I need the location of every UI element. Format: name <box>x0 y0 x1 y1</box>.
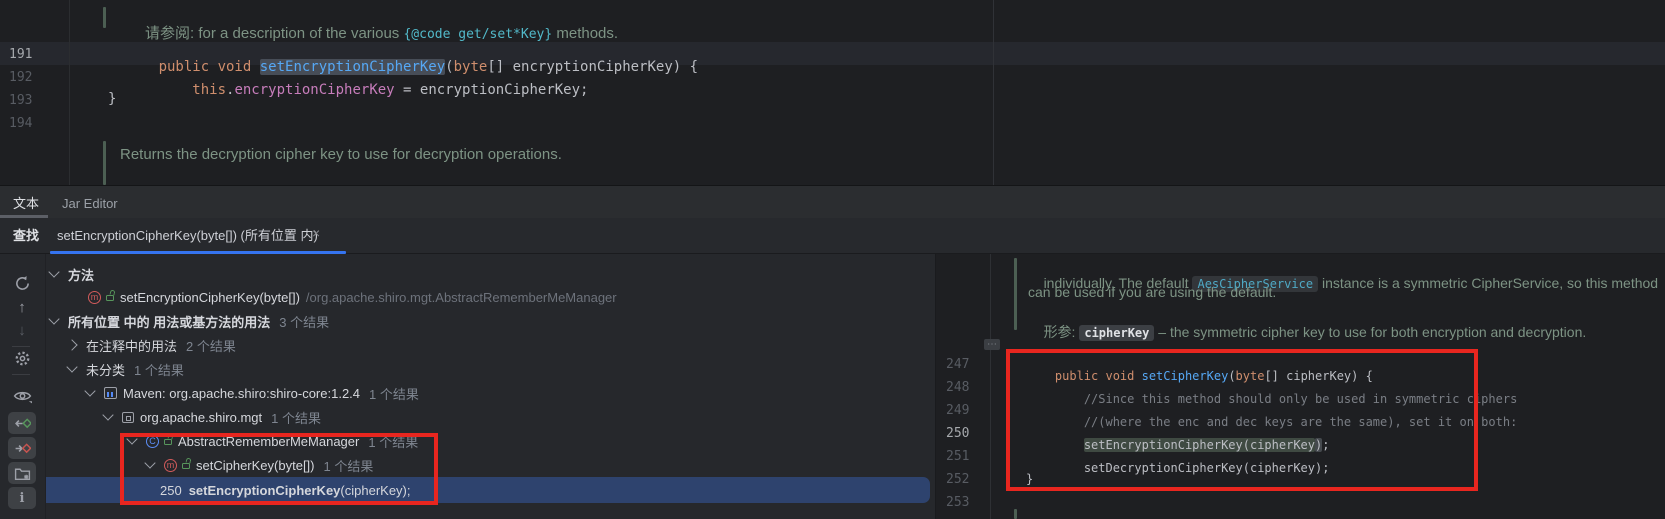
javadoc-bar <box>103 7 106 28</box>
refresh-icon[interactable] <box>12 273 32 293</box>
javadoc-line: can be used if you are using the default… <box>1028 285 1276 299</box>
previous-occurrence-icon[interactable]: ↑ <box>12 297 32 317</box>
toolbar-divider <box>12 346 30 347</box>
line-number: 251 <box>946 450 969 463</box>
top-editor-pane[interactable]: 请参阅: for a description of the various {@… <box>0 0 1665 185</box>
chevron-down-icon[interactable] <box>84 385 95 396</box>
line-number: 252 <box>946 473 969 486</box>
info-icon: i <box>20 492 25 505</box>
next-occurrence-icon[interactable]: ↓ <box>12 320 32 340</box>
line-number: 253 <box>946 496 969 509</box>
line-number: 192 <box>9 71 32 84</box>
tree-item-usages-group[interactable]: 所有位置 中的 用法或基方法的用法 3 个结果 <box>46 310 329 332</box>
javadoc-bar <box>1014 258 1017 330</box>
unlock-icon <box>106 295 114 301</box>
tree-item-methods-group[interactable]: 方法 <box>46 263 94 285</box>
find-title: 查找 <box>13 229 39 242</box>
code-line-251: setDecryptionCipherKey(cipherKey); <box>1026 450 1329 486</box>
chevron-down-icon[interactable] <box>48 313 59 324</box>
chevron-down-icon[interactable] <box>66 361 77 372</box>
line-number: 191 <box>9 48 32 61</box>
group-by-folder-button[interactable] <box>8 462 36 484</box>
editor-tab-strip: 文本 Jar Editor <box>0 185 1665 218</box>
method-icon: m <box>164 459 177 472</box>
chevron-down-icon[interactable] <box>144 457 155 468</box>
tree-item-usages-in-comments[interactable]: 在注释中的用法 2 个结果 <box>46 334 236 356</box>
right-margin-line <box>993 0 994 185</box>
folded-comment-icon[interactable]: ⋯ <box>984 339 1000 350</box>
tree-item-method-declaration[interactable]: m setEncryptionCipherKey(byte[]) /org.ap… <box>46 286 617 308</box>
javadoc-bar <box>1014 509 1017 519</box>
code-line-192: this.encryptionCipherKey = encryptionCip… <box>108 69 588 111</box>
find-toolwindow-header: 查找 setEncryptionCipherKey(byte[]) (所有位置 … <box>0 218 1665 254</box>
navigate-source-back-button[interactable] <box>8 412 36 434</box>
gutter-divider <box>69 0 70 185</box>
javadoc-bar <box>103 141 106 185</box>
code-line-193: } <box>108 92 116 106</box>
line-number: 193 <box>9 94 32 107</box>
line-number: 249 <box>946 404 969 417</box>
line-number: 194 <box>9 117 32 130</box>
preview-gutter-divider <box>990 254 991 519</box>
chevron-down-icon[interactable] <box>102 409 113 420</box>
tab-jar-editor[interactable]: Jar Editor <box>62 197 118 210</box>
unlock-icon <box>164 439 172 445</box>
tree-item-usage-selected[interactable]: 250 setEncryptionCipherKey (cipherKey); <box>46 477 930 503</box>
tree-item-maven-library[interactable]: Maven: org.apache.shiro:shiro-core:1.2.4… <box>46 382 419 404</box>
find-result-tab[interactable]: setEncryptionCipherKey(byte[]) (所有位置 内) <box>57 229 318 242</box>
chevron-right-icon[interactable] <box>66 339 77 350</box>
unlock-icon <box>182 463 190 469</box>
chevron-down-icon[interactable] <box>126 433 137 444</box>
gear-icon[interactable] <box>12 348 32 368</box>
tree-item-unclassified[interactable]: 未分类 1 个结果 <box>46 358 184 380</box>
ide-window: 请参阅: for a description of the various {@… <box>0 0 1665 519</box>
navigate-source-forward-button[interactable] <box>8 437 36 459</box>
library-icon <box>104 387 117 399</box>
code-line-252: } <box>1026 473 1033 485</box>
javadoc-code-ref: {@code get/set*Key} <box>403 27 552 42</box>
chevron-down-icon[interactable] <box>48 266 59 277</box>
info-button[interactable]: i <box>8 487 36 509</box>
javadoc-param-line: 形参: cipherKey – the symmetric cipher key… <box>1028 311 1586 353</box>
javadoc-see-label: 请参阅: <box>145 25 194 42</box>
javadoc-line: Returns the decryption cipher key to use… <box>120 147 562 162</box>
toolbar-divider <box>12 374 30 375</box>
find-toolbar: ↑ ↓ i <box>0 254 45 519</box>
line-number: 248 <box>946 381 969 394</box>
tab-text[interactable]: 文本 <box>13 197 39 210</box>
param-name-chip: cipherKey <box>1079 325 1154 341</box>
line-number: 250 <box>946 427 969 440</box>
tree-item-package[interactable]: org.apache.shiro.mgt 1 个结果 <box>46 406 321 428</box>
tree-item-method[interactable]: m setCipherKey(byte[]) 1 个结果 <box>46 454 373 476</box>
javadoc-param-label: 形参: <box>1044 324 1076 340</box>
tree-item-class[interactable]: C AbstractRememberMeManager 1 个结果 <box>46 430 418 452</box>
method-icon: m <box>88 291 101 304</box>
close-icon[interactable]: × <box>312 226 320 240</box>
eye-icon[interactable] <box>12 386 32 406</box>
package-icon <box>122 412 134 423</box>
class-icon: C <box>146 435 159 448</box>
line-number: 247 <box>946 358 969 371</box>
